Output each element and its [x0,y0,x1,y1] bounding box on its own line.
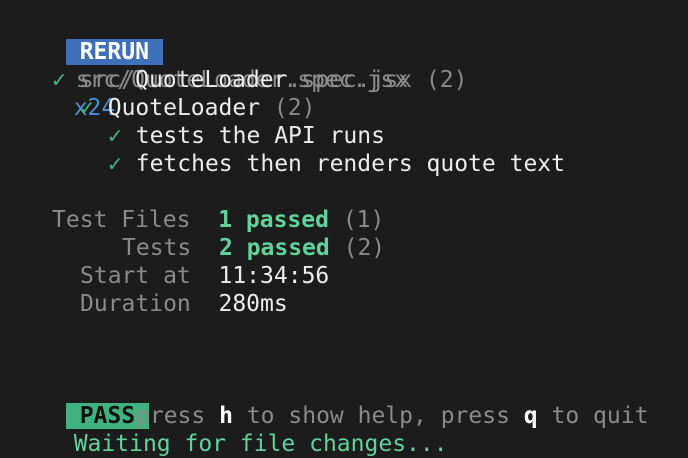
file-ext: .spec.jsx [287,67,413,93]
summary-tests: Tests 2 passed (2) [122,234,385,262]
suite-name: QuoteLoader [107,95,261,121]
help-press: press [136,403,206,429]
start-value: 11:34:56 [218,263,330,289]
rerun-badge: RERUN [65,39,163,65]
summary-start: Start at 11:34:56 [80,262,329,290]
test-name: fetches then renders quote text [135,151,565,177]
check-icon: ✓ [108,151,122,177]
summary-test-files: Test Files 1 passed (1) [52,206,384,234]
duration-value: 280ms [218,291,288,317]
test-files-total: (1) [342,207,385,233]
test-row: ✓ tests the API runs [108,122,385,150]
quit-key[interactable]: q [524,403,538,429]
rerun-header: RERUN src/QuoteLoader.spec.jsx x24 [38,10,408,121]
pass-status-row: PASS Waiting for file changes... [38,374,448,457]
test-name: tests the API runs [135,123,385,149]
watch-status: Waiting for file changes... [73,431,448,457]
duration-label: Duration [80,291,191,317]
start-label: Start at [80,263,191,289]
tests-total: (2) [343,235,386,261]
check-icon: ✓ [108,123,122,149]
test-files-value: 1 passed [218,207,329,233]
help-text: to show help, press [246,403,510,429]
file-result-row: ✓ src/QuoteLoader.spec.jsx (2) [52,66,467,94]
help-key[interactable]: h [219,403,233,429]
summary-duration: Duration 280ms [80,290,288,318]
check-icon: ✓ [52,67,66,93]
check-icon: ✓ [80,95,94,121]
test-files-label: Test Files [52,207,191,233]
test-row: ✓ fetches then renders quote text [108,150,565,178]
suite-row: ✓ QuoteLoader (2) [80,94,315,122]
tests-value: 2 passed [218,235,330,261]
tests-label: Tests [122,235,192,261]
file-name: QuoteLoader [135,67,288,93]
help-hint: press h to show help, press q to quit [136,402,648,430]
file-test-count: (2) [425,67,468,93]
file-dir: src/ [79,67,136,93]
suite-test-count: (2) [273,95,316,121]
quit-text: to quit [551,403,649,429]
